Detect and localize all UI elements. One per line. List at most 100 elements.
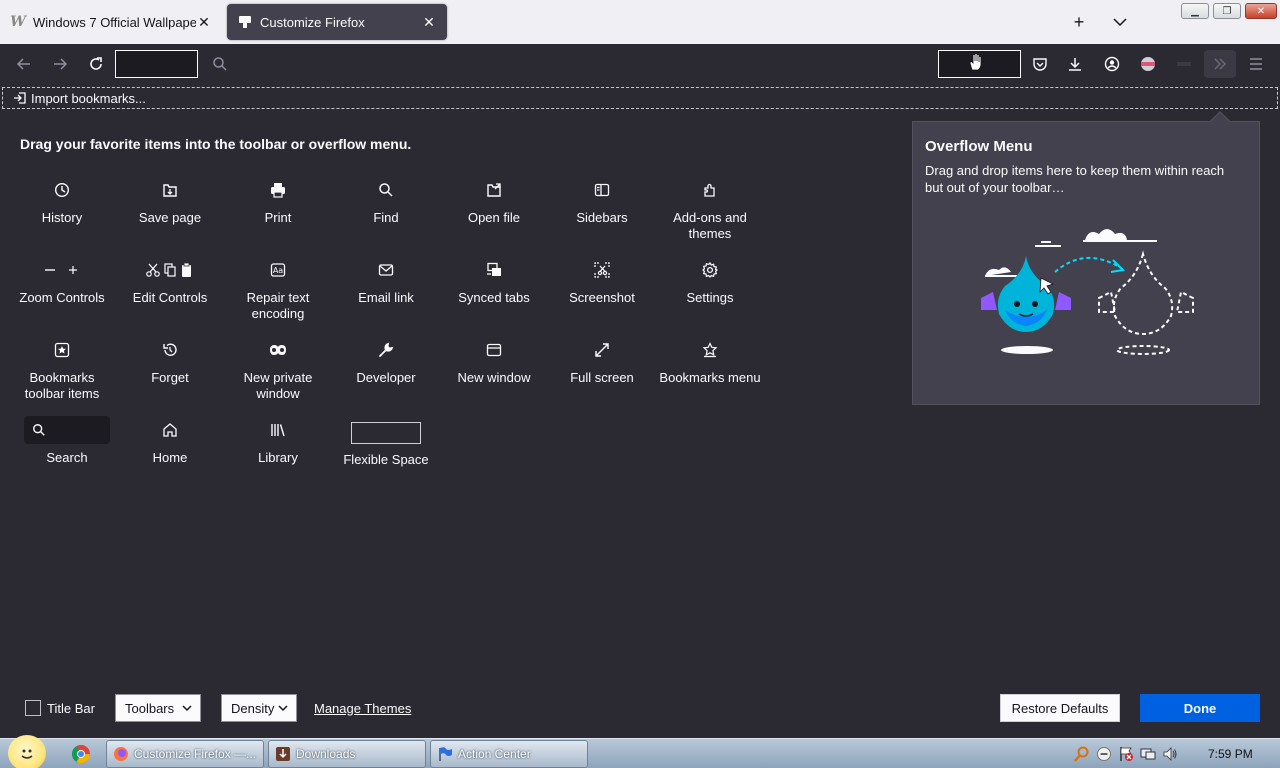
minimize-button[interactable]: ▁: [1181, 3, 1209, 19]
action-center-tray-icon[interactable]: [1118, 746, 1134, 762]
new-tab-button[interactable]: +: [1069, 12, 1089, 32]
back-button[interactable]: [10, 50, 38, 78]
network-tray-icon[interactable]: [1140, 746, 1156, 762]
hamburger-icon: [1250, 58, 1262, 70]
palette-item-zoom-controls[interactable]: Zoom Controls: [8, 256, 116, 306]
url-bar-placeholder[interactable]: [115, 50, 198, 78]
palette-item-history[interactable]: History: [8, 176, 116, 226]
palette-item-bookmarks-toolbar-items[interactable]: Bookmarks toolbar items: [8, 336, 116, 402]
palette-item-edit-controls[interactable]: Edit Controls: [116, 256, 224, 306]
navigation-toolbar: [0, 44, 1280, 84]
volume-tray-icon[interactable]: [1162, 746, 1178, 762]
search-icon: [33, 424, 45, 436]
chrome-icon[interactable]: [70, 743, 92, 765]
palette-item-label: Screenshot: [569, 290, 635, 305]
chevron-down-icon: [182, 705, 192, 712]
tab-title: Windows 7 Official Wallpapers: [33, 14, 196, 30]
wrench-icon: [372, 336, 400, 364]
palette-heading: Drag your favorite items into the toolba…: [20, 136, 412, 152]
palette-item-label: Bookmarks toolbar items: [24, 370, 100, 401]
list-all-tabs-button[interactable]: [1110, 12, 1130, 32]
palette-item-save-page[interactable]: Save page: [116, 176, 224, 226]
palette-item-label: Repair text encoding: [246, 290, 310, 321]
toolbars-dropdown-label: Toolbars: [125, 700, 175, 716]
home-icon: [156, 416, 184, 444]
palette-item-forget[interactable]: Forget: [116, 336, 224, 386]
palette-item-synced-tabs[interactable]: Synced tabs: [440, 256, 548, 306]
hand-cursor-icon: [962, 48, 990, 76]
profile-avatar-button[interactable]: [1134, 50, 1162, 78]
tab-windows7-wallpapers[interactable]: W Windows 7 Official Wallpapers ✕: [0, 4, 222, 40]
toolbars-dropdown[interactable]: Toolbars: [115, 694, 201, 722]
forward-button[interactable]: [46, 50, 74, 78]
palette-item-full-screen[interactable]: Full screen: [548, 336, 656, 386]
search-button[interactable]: [206, 50, 234, 78]
density-dropdown[interactable]: Density: [221, 694, 297, 722]
pocket-button[interactable]: [1026, 50, 1054, 78]
palette-item-open-file[interactable]: Open file: [440, 176, 548, 226]
tab-customize-firefox[interactable]: Customize Firefox ✕: [227, 4, 447, 40]
taskbar-item-firefox[interactable]: Customize Firefox —...: [106, 740, 264, 768]
taskbar-item-label: Downloads: [296, 747, 356, 761]
firefox-icon: [114, 747, 128, 761]
start-button[interactable]: [8, 735, 46, 768]
palette-item-label: Find: [373, 210, 399, 225]
downloads-button[interactable]: [1061, 50, 1089, 78]
palette-item-repair-text-encoding[interactable]: Aa Repair text encoding: [224, 256, 332, 322]
palette-item-label: Zoom Controls: [19, 290, 105, 305]
palette-item-label: Library: [258, 450, 298, 465]
close-tab-icon[interactable]: ✕: [196, 14, 212, 30]
done-button[interactable]: Done: [1140, 694, 1260, 722]
minus-tray-icon[interactable]: [1096, 746, 1112, 762]
palette-item-find[interactable]: Find: [332, 176, 440, 226]
overflow-menu-button[interactable]: [1204, 50, 1236, 78]
magnifier-icon: [372, 176, 400, 204]
palette-item-label: Flexible Space: [343, 452, 429, 467]
magnifier-tray-icon[interactable]: [1074, 746, 1090, 762]
sidebar-icon: [588, 176, 616, 204]
bookmarks-menu-icon: [696, 336, 724, 364]
forget-icon: [156, 336, 184, 364]
zoom-icon: [32, 256, 92, 284]
close-tab-icon[interactable]: ✕: [421, 14, 437, 30]
palette-item-library[interactable]: Library: [224, 416, 332, 466]
palette-item-developer[interactable]: Developer: [332, 336, 440, 386]
save-page-icon: [156, 176, 184, 204]
restore-defaults-button[interactable]: Restore Defaults: [1000, 694, 1120, 722]
restore-button[interactable]: ❐: [1213, 3, 1241, 19]
overflow-menu-panel[interactable]: Overflow Menu Drag and drop items here t…: [912, 111, 1260, 405]
palette-item-search[interactable]: Search: [8, 416, 126, 466]
title-bar-checkbox[interactable]: [25, 700, 41, 716]
palette-item-label: Sidebars: [576, 210, 628, 225]
reload-icon: [90, 57, 102, 70]
synced-tabs-icon: [480, 256, 508, 284]
title-bar-label[interactable]: Title Bar: [47, 701, 95, 716]
palette-item-new-window[interactable]: New window: [440, 336, 548, 386]
system-clock[interactable]: 7:59 PM: [1208, 747, 1253, 761]
palette-item-label: Print: [264, 210, 292, 225]
palette-item-email-link[interactable]: Email link: [332, 256, 440, 306]
manage-themes-link[interactable]: Manage Themes: [314, 701, 411, 716]
application-menu-button[interactable]: [1242, 50, 1270, 78]
palette-item-sidebars[interactable]: Sidebars: [548, 176, 656, 226]
unknown-extension-button[interactable]: [1170, 50, 1198, 78]
reload-button[interactable]: [82, 50, 110, 78]
edit-controls-icon: [140, 256, 200, 284]
palette-item-label: Settings: [686, 290, 734, 305]
taskbar-item-downloads[interactable]: Downloads: [268, 740, 426, 768]
account-button[interactable]: [1098, 50, 1126, 78]
palette-item-print[interactable]: Print: [224, 176, 332, 226]
tab-title: Customize Firefox: [260, 14, 365, 30]
taskbar-item-action-center[interactable]: Action Center: [430, 740, 588, 768]
palette-item-addons-themes[interactable]: Add-ons and themes: [656, 176, 764, 242]
palette-item-screenshot[interactable]: Screenshot: [548, 256, 656, 306]
palette-item-new-private-window[interactable]: New private window: [224, 336, 332, 402]
palette-item-settings[interactable]: Settings: [656, 256, 764, 306]
palette-item-home[interactable]: Home: [116, 416, 224, 466]
svg-text:Aa: Aa: [273, 266, 283, 275]
palette-item-flexible-space[interactable]: Flexible Space: [332, 416, 440, 468]
palette-item-bookmarks-menu[interactable]: Bookmarks menu: [656, 336, 764, 386]
import-bookmarks-label[interactable]: Import bookmarks...: [31, 91, 146, 106]
window-close-button[interactable]: ✕: [1245, 3, 1277, 19]
palette-item-label: New private window: [243, 370, 313, 401]
